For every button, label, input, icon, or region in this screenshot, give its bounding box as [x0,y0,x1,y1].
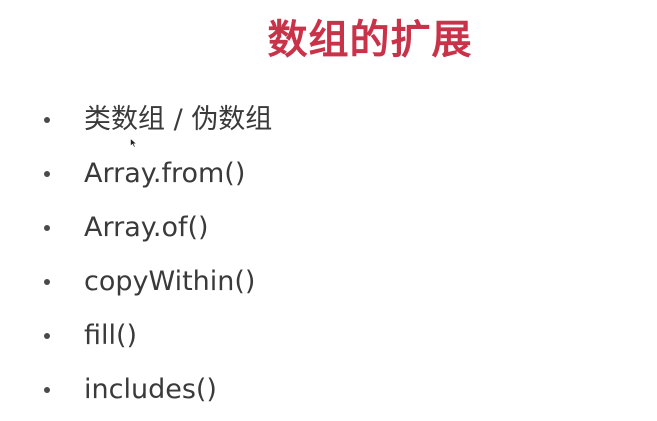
bullet-dot-icon [44,387,50,393]
list-item: Array.from() [40,147,272,201]
list-item-label: Array.from() [84,158,246,189]
list-item: fill() [40,309,272,363]
list-item-label: Array.of() [84,212,209,243]
mouse-pointer-icon [130,138,138,148]
list-item: includes() [40,363,272,417]
list-item: 类数组 / 伪数组 [40,93,272,147]
bullet-list: 类数组 / 伪数组 Array.from() Array.of() copyWi… [40,93,272,417]
slide-title: 数组的扩展 [267,17,473,63]
bullet-dot-icon [44,279,50,285]
bullet-dot-icon [44,117,50,123]
list-item-label: includes() [84,374,217,405]
list-item-label: 类数组 / 伪数组 [84,104,273,135]
list-item-label: copyWithin() [84,266,256,297]
bullet-dot-icon [44,333,50,339]
slide: 数组的扩展 类数组 / 伪数组 Array.from() Array.of() … [0,0,657,421]
bullet-dot-icon [44,225,50,231]
list-item: copyWithin() [40,255,272,309]
bullet-dot-icon [44,171,50,177]
list-item-label: fill() [84,320,138,351]
list-item: Array.of() [40,201,272,255]
